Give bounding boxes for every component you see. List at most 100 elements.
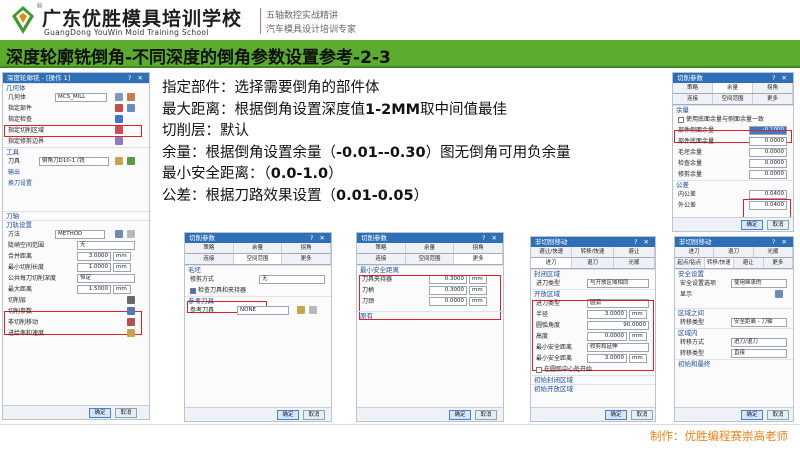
tab-avoid[interactable]: 避让 [613, 247, 655, 257]
method-select[interactable]: METHOD [55, 230, 105, 239]
geometry-edit-icon[interactable] [115, 93, 123, 101]
group-path-settings[interactable]: 刀轨设置 [3, 220, 149, 229]
group-blank[interactable]: 毛坯 [185, 265, 331, 274]
cancel-button[interactable]: 取消 [303, 410, 325, 420]
tab-more[interactable]: 更多 [282, 254, 331, 264]
transfer-type2-select[interactable]: 直接 [731, 349, 787, 358]
tool-edit-icon[interactable] [115, 157, 123, 165]
select-trim-icon[interactable] [115, 137, 123, 145]
cancel-button[interactable]: 取消 [631, 410, 653, 420]
transfer-mode-select[interactable]: 进刀/退刀 [731, 338, 787, 347]
check-tool-checkbox[interactable] [190, 287, 196, 294]
tool-change-subgroup[interactable]: 换刀设置 [3, 178, 149, 189]
tab-space[interactable]: 空间范围 [405, 254, 455, 264]
tool-select[interactable]: 倒角刀D10-1 (铣 [39, 157, 109, 166]
dialog-window-controls[interactable]: ? ✕ [482, 233, 499, 243]
group-initial-final[interactable]: 初始和最终 [675, 359, 793, 368]
non-cut-icon[interactable] [127, 318, 135, 326]
group-stock[interactable]: 余量 [673, 105, 793, 114]
tab-avoid-rapid[interactable]: 避让/快速 [531, 247, 573, 257]
tab-engage[interactable]: 进刀 [531, 258, 573, 268]
group-tool[interactable]: 工具 [3, 147, 149, 156]
group-axis[interactable]: 刀轴 [3, 211, 149, 220]
ok-button[interactable]: 确定 [605, 410, 627, 420]
tab-corner[interactable]: 拐角 [753, 83, 793, 93]
tab-transfer-rapid[interactable]: 转移/快速 [572, 247, 614, 257]
tab-more[interactable]: 更多 [763, 258, 793, 268]
group-init-closed[interactable]: 初始封闭区域 [531, 375, 655, 384]
tab-strategy[interactable]: 策略 [185, 243, 234, 253]
ok-button[interactable]: 确定 [89, 408, 111, 418]
tab-retract[interactable]: 退刀 [572, 258, 614, 268]
tab-strategy[interactable]: 策略 [357, 243, 406, 253]
ref-tool-new-icon[interactable] [309, 306, 317, 314]
tab-space[interactable]: 空间范围 [713, 94, 753, 104]
common-depth-select[interactable]: 恒定 [77, 274, 135, 283]
display-part-icon[interactable] [127, 104, 135, 112]
output-subgroup[interactable]: 输出 [3, 167, 149, 178]
geometry-new-icon[interactable] [127, 93, 135, 101]
trim-method-select[interactable]: 无 [259, 275, 325, 284]
ref-tool-select[interactable]: NONE [237, 306, 289, 315]
merge-distance-unit[interactable]: mm [113, 252, 131, 261]
dialog-window-controls[interactable]: ? ✕ [634, 237, 651, 247]
geometry-select[interactable]: MCS_MILL [55, 93, 107, 102]
cancel-button[interactable]: 取消 [475, 410, 497, 420]
tab-connect[interactable]: 连接 [673, 94, 713, 104]
group-misc[interactable]: 原有 [357, 311, 503, 320]
min-cut-length-input[interactable]: 1.0000 [77, 263, 111, 272]
tab-corner[interactable]: 拐角 [282, 243, 331, 253]
max-distance-unit[interactable]: mm [113, 285, 131, 294]
select-check-icon[interactable] [115, 115, 123, 123]
cut-params-icon[interactable] [127, 307, 135, 315]
method-edit-icon[interactable] [115, 230, 123, 238]
show-icon[interactable] [775, 290, 783, 298]
ref-tool-edit-icon[interactable] [297, 306, 305, 314]
tab-stock[interactable]: 余量 [405, 243, 455, 253]
tab-connect[interactable]: 连接 [357, 254, 406, 264]
start-at-center-checkbox[interactable] [536, 366, 542, 373]
part-bottom-input[interactable]: 0.0000 [749, 137, 787, 146]
tab-stock[interactable]: 余量 [713, 83, 753, 93]
ok-button[interactable]: 确定 [449, 410, 471, 420]
tab-engage[interactable]: 进刀 [675, 247, 715, 257]
group-closed[interactable]: 封闭区域 [531, 269, 655, 278]
check-stock-input[interactable]: 0.0000 [749, 159, 787, 168]
cancel-button[interactable]: 取消 [767, 220, 789, 230]
transfer-type-select[interactable]: 安全距离 - 刀轴 [731, 318, 787, 327]
tab-more[interactable]: 更多 [454, 254, 503, 264]
method-new-icon[interactable] [127, 230, 135, 238]
tab-start-drill[interactable]: 起点/钻点 [675, 258, 705, 268]
closed-type-select[interactable]: 与开放区域相同 [587, 279, 649, 288]
group-ref-tool[interactable]: 参考刀具 [185, 296, 331, 305]
ok-button[interactable]: 确定 [741, 220, 763, 230]
tool-new-icon[interactable] [127, 157, 135, 165]
ok-button[interactable]: 确定 [277, 410, 299, 420]
group-geometry[interactable]: 几何体 [3, 83, 149, 92]
tab-corner[interactable]: 拐角 [454, 243, 503, 253]
tab-retract[interactable]: 退刀 [714, 247, 754, 257]
group-between-regions[interactable]: 区域之间 [675, 308, 793, 317]
ok-button[interactable]: 确定 [741, 410, 763, 420]
trim-stock-input[interactable]: 0.0000 [749, 170, 787, 179]
tab-avoid[interactable]: 避让 [734, 258, 764, 268]
feeds-icon[interactable] [127, 329, 135, 337]
cancel-button[interactable]: 取消 [767, 410, 789, 420]
tab-smooth[interactable]: 光顺 [613, 258, 655, 268]
dialog-window-controls[interactable]: ? ✕ [310, 233, 327, 243]
safe-option-select[interactable]: 使用继承的 [731, 279, 787, 288]
group-safety[interactable]: 安全设置 [675, 269, 793, 278]
group-within-region[interactable]: 区域内 [675, 328, 793, 337]
merge-distance-input[interactable]: 3.0000 [77, 252, 111, 261]
min-cut-length-unit[interactable]: mm [113, 263, 131, 272]
dialog-window-controls[interactable]: ? ✕ [772, 73, 789, 83]
dialog-window-controls[interactable]: ? ✕ [128, 73, 145, 83]
group-init-open[interactable]: 初始开放区域 [531, 384, 655, 393]
tab-space[interactable]: 空间范围 [233, 254, 283, 264]
tab-stock[interactable]: 余量 [233, 243, 283, 253]
dialog-window-controls[interactable]: ? ✕ [772, 237, 789, 247]
group-tolerance[interactable]: 公差 [673, 180, 793, 189]
max-distance-input[interactable]: 1.5000 [77, 285, 111, 294]
tab-smooth[interactable]: 光顺 [753, 247, 793, 257]
blank-stock-input[interactable]: 0.0000 [749, 148, 787, 157]
